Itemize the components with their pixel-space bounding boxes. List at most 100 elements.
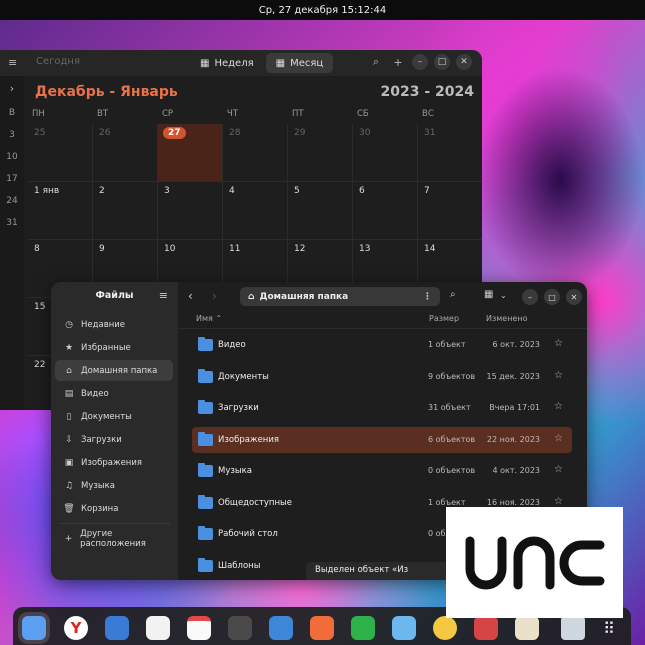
- column-header-name[interactable]: Имя ⌃: [196, 314, 222, 323]
- maximize-button[interactable]: □: [434, 54, 450, 70]
- day-cell[interactable]: 30: [353, 124, 418, 182]
- sidebar-item-other-locations[interactable]: + Другие расположения: [55, 528, 173, 549]
- file-row[interactable]: Документы 9 объектов 15 дек. 2023 ☆: [192, 364, 572, 390]
- day-cell[interactable]: 7: [418, 182, 482, 240]
- day-number: 5: [294, 186, 300, 196]
- file-name: Видео: [218, 340, 246, 350]
- day-cell[interactable]: 26: [93, 124, 158, 182]
- week-number: 17: [6, 174, 18, 184]
- sidebar-item-music[interactable]: ♫ Музыка: [55, 475, 173, 496]
- day-cell[interactable]: 29: [288, 124, 353, 182]
- sidebar-item-videos[interactable]: ▤ Видео: [55, 383, 173, 404]
- dock-document-viewer-icon[interactable]: [515, 616, 539, 640]
- path-menu-icon[interactable]: ⋮: [423, 292, 432, 302]
- day-cell[interactable]: 25: [28, 124, 93, 182]
- column-header-size[interactable]: Размер: [429, 314, 459, 323]
- image-icon: ▣: [64, 457, 74, 468]
- add-icon[interactable]: +: [390, 54, 406, 70]
- star-icon[interactable]: ☆: [554, 433, 563, 444]
- minimize-button[interactable]: –: [412, 54, 428, 70]
- dock-spreadsheet-icon[interactable]: [351, 616, 375, 640]
- file-name: Шаблоны: [218, 560, 261, 571]
- star-icon[interactable]: ☆: [554, 401, 563, 412]
- file-size: 9 объектов: [428, 371, 476, 381]
- star-icon[interactable]: ☆: [554, 370, 563, 381]
- chevron-down-icon[interactable]: ⌄: [500, 291, 507, 300]
- file-name: Документы: [218, 371, 269, 382]
- column-header-modified[interactable]: Изменено: [486, 314, 527, 323]
- file-row[interactable]: Загрузки 31 объект Вчера 17:01 ☆: [192, 395, 572, 421]
- menu-icon[interactable]: ≡: [159, 289, 168, 302]
- folder-icon: [198, 494, 213, 509]
- week-number: 24: [6, 196, 18, 206]
- folder-icon: [198, 557, 213, 572]
- file-name: Общедоступные: [218, 497, 292, 508]
- week-number: 3: [9, 130, 15, 140]
- close-button[interactable]: ✕: [566, 289, 582, 305]
- dock-files-icon[interactable]: [22, 616, 46, 640]
- sidebar-item-label: Корзина: [81, 503, 119, 514]
- maximize-button[interactable]: □: [544, 289, 560, 305]
- star-icon[interactable]: ☆: [554, 496, 563, 507]
- dock-mail-icon[interactable]: [105, 616, 129, 640]
- file-modified: 15 дек. 2023: [486, 371, 540, 381]
- day-cell[interactable]: 5: [288, 182, 353, 240]
- view-switch: ▦ Неделя ▦ Месяц: [190, 53, 334, 73]
- dock-text-editor-icon[interactable]: [269, 616, 293, 640]
- path-bar[interactable]: ⌂ Домашняя папка ⋮: [240, 287, 440, 306]
- today-button[interactable]: Сегодня: [36, 56, 80, 67]
- dock-app-grid-icon[interactable]: ⠿: [597, 616, 621, 640]
- dock-trash-icon[interactable]: [561, 616, 585, 640]
- day-cell[interactable]: 3: [158, 182, 223, 240]
- minimize-button[interactable]: –: [522, 289, 538, 305]
- tab-month[interactable]: ▦ Месяц: [265, 53, 334, 73]
- dock-music-icon[interactable]: [433, 616, 457, 640]
- close-button[interactable]: ✕: [456, 54, 472, 70]
- sidebar-expand-icon[interactable]: ›: [0, 82, 24, 95]
- day-number: 4: [229, 186, 235, 196]
- forward-button[interactable]: ›: [212, 289, 217, 303]
- search-icon[interactable]: ⌕: [368, 54, 384, 70]
- day-number: 7: [424, 186, 430, 196]
- menu-icon[interactable]: ≡: [8, 56, 17, 69]
- back-button[interactable]: ‹: [188, 289, 193, 303]
- dock-clock-icon[interactable]: [228, 616, 252, 640]
- calendar-year: 2023 - 2024: [380, 84, 475, 100]
- day-cell[interactable]: 4: [223, 182, 288, 240]
- star-icon[interactable]: ☆: [554, 338, 563, 349]
- file-modified: 22 ноя. 2023: [486, 434, 540, 444]
- day-number: 6: [359, 186, 365, 196]
- dock-image-viewer-icon[interactable]: [392, 616, 416, 640]
- file-modified: Вчера 17:01: [489, 403, 540, 412]
- sidebar-item-trash[interactable]: 🗑 Корзина: [55, 498, 173, 519]
- dock-presentation-icon[interactable]: [310, 616, 334, 640]
- sidebar-item-documents[interactable]: ▯ Документы: [55, 406, 173, 427]
- dock-notes-icon[interactable]: [146, 616, 170, 640]
- search-icon[interactable]: ⌕: [450, 289, 456, 300]
- file-row[interactable]: Видео 1 объект 6 окт. 2023 ☆: [192, 332, 572, 358]
- day-cell[interactable]: 27: [158, 124, 223, 182]
- dock-photos-icon[interactable]: [474, 616, 498, 640]
- day-cell[interactable]: 28: [223, 124, 288, 182]
- file-row[interactable]: Изображения 6 объектов 22 ноя. 2023 ☆: [192, 426, 572, 453]
- dock-calendar-icon[interactable]: [187, 616, 211, 640]
- sidebar-item-starred[interactable]: ★ Избранные: [55, 337, 173, 358]
- day-cell[interactable]: 1 янв: [28, 182, 93, 240]
- tab-week[interactable]: ▦ Неделя: [190, 53, 264, 73]
- folder-icon: [198, 368, 213, 383]
- day-cell[interactable]: 6: [353, 182, 418, 240]
- file-row[interactable]: Музыка 0 объектов 4 окт. 2023 ☆: [192, 458, 572, 484]
- sidebar-item-recent[interactable]: ◷ Недавние: [55, 314, 173, 335]
- sidebar-item-pictures[interactable]: ▣ Изображения: [55, 452, 173, 473]
- view-grid-icon[interactable]: ▦: [484, 289, 493, 300]
- day-cell[interactable]: 2: [93, 182, 158, 240]
- dock-yandex-browser-icon[interactable]: Y: [64, 616, 88, 640]
- day-number: 22: [34, 360, 46, 370]
- sidebar-item-home[interactable]: ⌂ Домашняя папка: [55, 360, 173, 381]
- day-cell[interactable]: 31: [418, 124, 482, 182]
- clock[interactable]: Ср, 27 декабря 15:12:44: [259, 5, 386, 16]
- star-icon[interactable]: ☆: [554, 464, 563, 475]
- file-size: 31 объект: [428, 403, 471, 412]
- sidebar-item-downloads[interactable]: ⇩ Загрузки: [55, 429, 173, 450]
- music-icon: ♫: [64, 480, 74, 491]
